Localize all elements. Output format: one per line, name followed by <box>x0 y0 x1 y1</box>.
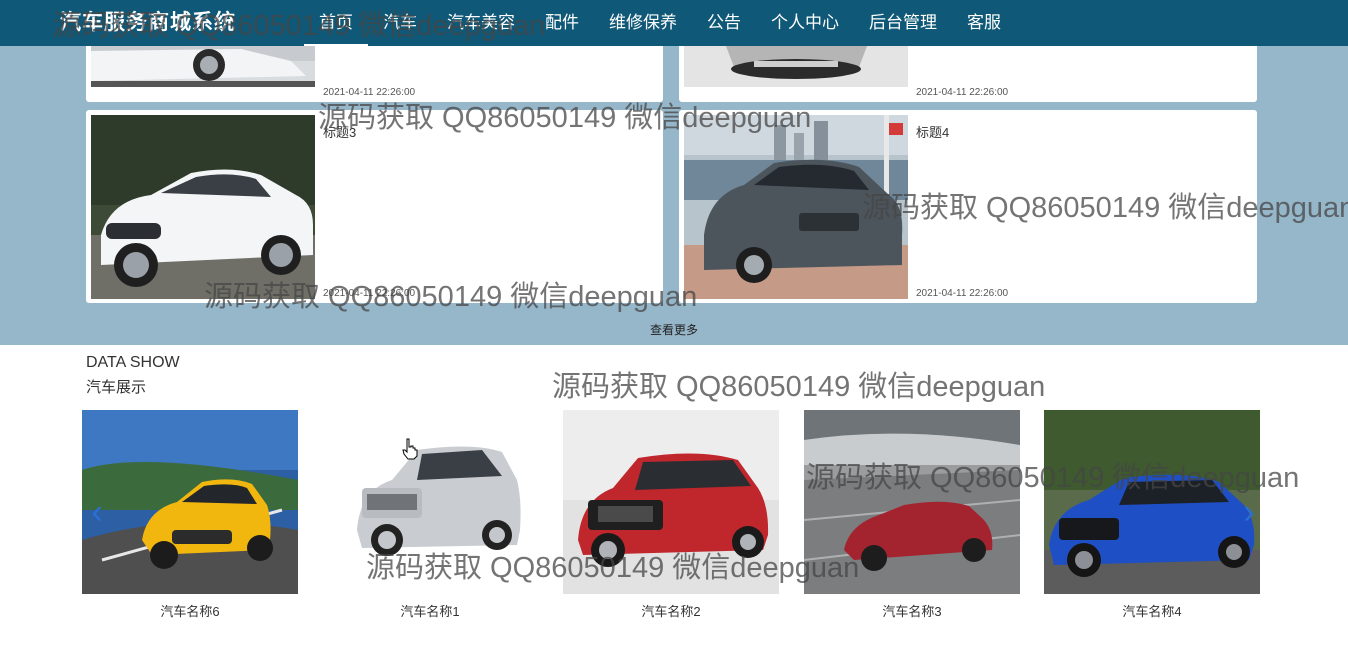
nav-item-profile[interactable]: 个人中心 <box>756 0 854 46</box>
car-item[interactable]: 汽车名称1 <box>322 410 538 620</box>
carousel-prev-arrow-icon[interactable]: ‹ <box>86 492 108 532</box>
data-show-title-cn: 汽车展示 <box>86 379 147 396</box>
nav-item-admin[interactable]: 后台管理 <box>854 0 952 46</box>
hand-cursor-icon <box>402 438 418 465</box>
car-item[interactable]: 汽车名称2 <box>563 410 779 620</box>
car-name: 汽车名称3 <box>882 604 942 619</box>
nav-item-parts[interactable]: 配件 <box>530 0 594 46</box>
news-section: 2021-04-11 22:26:00 2021-04-11 22:26:00 <box>0 36 1348 345</box>
car-name: 汽车名称2 <box>641 604 701 619</box>
car-image <box>804 410 1020 594</box>
car-item[interactable]: 汽车名称6 <box>82 410 298 620</box>
nav-item-car-beauty[interactable]: 汽车美容 <box>432 0 530 46</box>
news-date: 2021-04-11 22:26:00 <box>323 288 416 299</box>
news-date: 2021-04-11 22:26:00 <box>916 288 1009 299</box>
nav-item-home[interactable]: 首页 <box>304 0 368 46</box>
top-navbar: 汽车服务商城系统 首页 汽车 汽车美容 配件 维修保养 公告 个人中心 后台管理… <box>0 0 1348 46</box>
news-title: 标题3 <box>323 125 357 140</box>
car-name: 汽车名称4 <box>1122 604 1182 619</box>
nav-item-maintenance[interactable]: 维修保养 <box>594 0 692 46</box>
news-card[interactable]: 标题4 2021-04-11 22:26:00 <box>679 110 1257 303</box>
news-date: 2021-04-11 22:26:00 <box>323 87 416 98</box>
car-image <box>82 410 298 594</box>
site-title[interactable]: 汽车服务商城系统 <box>60 6 236 36</box>
car-name: 汽车名称1 <box>400 604 460 619</box>
nav-item-cars[interactable]: 汽车 <box>368 0 432 46</box>
main-nav: 首页 汽车 汽车美容 配件 维修保养 公告 个人中心 后台管理 客服 <box>304 0 1016 46</box>
car-item[interactable]: 汽车名称4 <box>1044 410 1260 620</box>
news-date: 2021-04-11 22:26:00 <box>916 87 1009 98</box>
carousel-next-arrow-icon[interactable]: › <box>1238 492 1260 532</box>
car-image <box>1044 410 1260 594</box>
nav-item-customer-service[interactable]: 客服 <box>952 0 1016 46</box>
data-show-title-en: DATA SHOW <box>86 354 180 371</box>
view-more-link[interactable]: 查看更多 <box>0 321 1348 338</box>
news-thumbnail <box>91 115 315 299</box>
page: 汽车服务商城系统 首页 汽车 汽车美容 配件 维修保养 公告 个人中心 后台管理… <box>0 0 1348 646</box>
watermark-text: 源码获取 QQ86050149 微信deepguan <box>552 371 1046 403</box>
car-image <box>322 410 538 594</box>
news-thumbnail <box>684 115 908 299</box>
news-card[interactable]: 标题3 2021-04-11 22:26:00 <box>86 110 663 303</box>
car-image <box>563 410 779 594</box>
news-thumbnail <box>684 41 908 87</box>
news-title: 标题4 <box>916 125 950 140</box>
car-item[interactable]: 汽车名称3 <box>804 410 1020 620</box>
news-thumbnail <box>91 41 315 87</box>
nav-item-announcement[interactable]: 公告 <box>692 0 756 46</box>
car-name: 汽车名称6 <box>160 604 220 619</box>
